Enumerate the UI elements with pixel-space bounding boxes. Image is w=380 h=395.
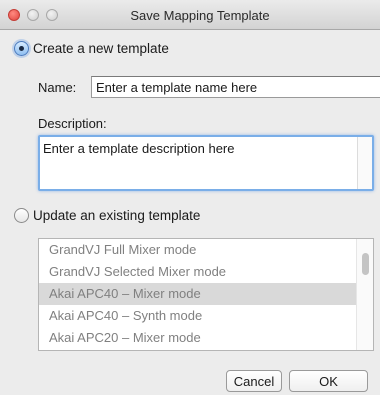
description-text: Enter a template description here	[43, 141, 235, 156]
existing-templates-list[interactable]: GrandVJ Full Mixer mode GrandVJ Selected…	[38, 238, 374, 351]
list-scrollbar-thumb[interactable]	[362, 253, 369, 275]
description-label: Description:	[38, 116, 107, 131]
title-bar: Save Mapping Template	[0, 0, 380, 30]
update-existing-label: Update an existing template	[33, 208, 201, 223]
list-item[interactable]: GrandVJ Full Mixer mode	[39, 239, 373, 261]
window-title: Save Mapping Template	[130, 8, 270, 23]
create-new-label: Create a new template	[33, 41, 169, 56]
list-item-selected[interactable]: Akai APC40 – Mixer mode	[39, 283, 373, 305]
update-existing-radio[interactable]	[14, 208, 29, 223]
create-new-template-option[interactable]: Create a new template	[14, 41, 169, 56]
name-label: Name:	[38, 80, 77, 95]
list-scrollbar[interactable]	[356, 239, 373, 350]
list-item[interactable]: Akai APC20 – Mixer mode	[39, 327, 373, 349]
update-existing-template-option[interactable]: Update an existing template	[14, 208, 200, 223]
template-description-field[interactable]: Enter a template description here	[38, 135, 374, 191]
list-item[interactable]: GrandVJ Selected Mixer mode	[39, 261, 373, 283]
ok-button[interactable]: OK	[289, 370, 368, 392]
list-item[interactable]: Akai APC40 – Synth mode	[39, 305, 373, 327]
description-scrollbar[interactable]	[357, 137, 372, 189]
template-name-input[interactable]	[91, 76, 380, 98]
cancel-button[interactable]: Cancel	[226, 370, 282, 392]
create-new-radio[interactable]	[14, 41, 29, 56]
